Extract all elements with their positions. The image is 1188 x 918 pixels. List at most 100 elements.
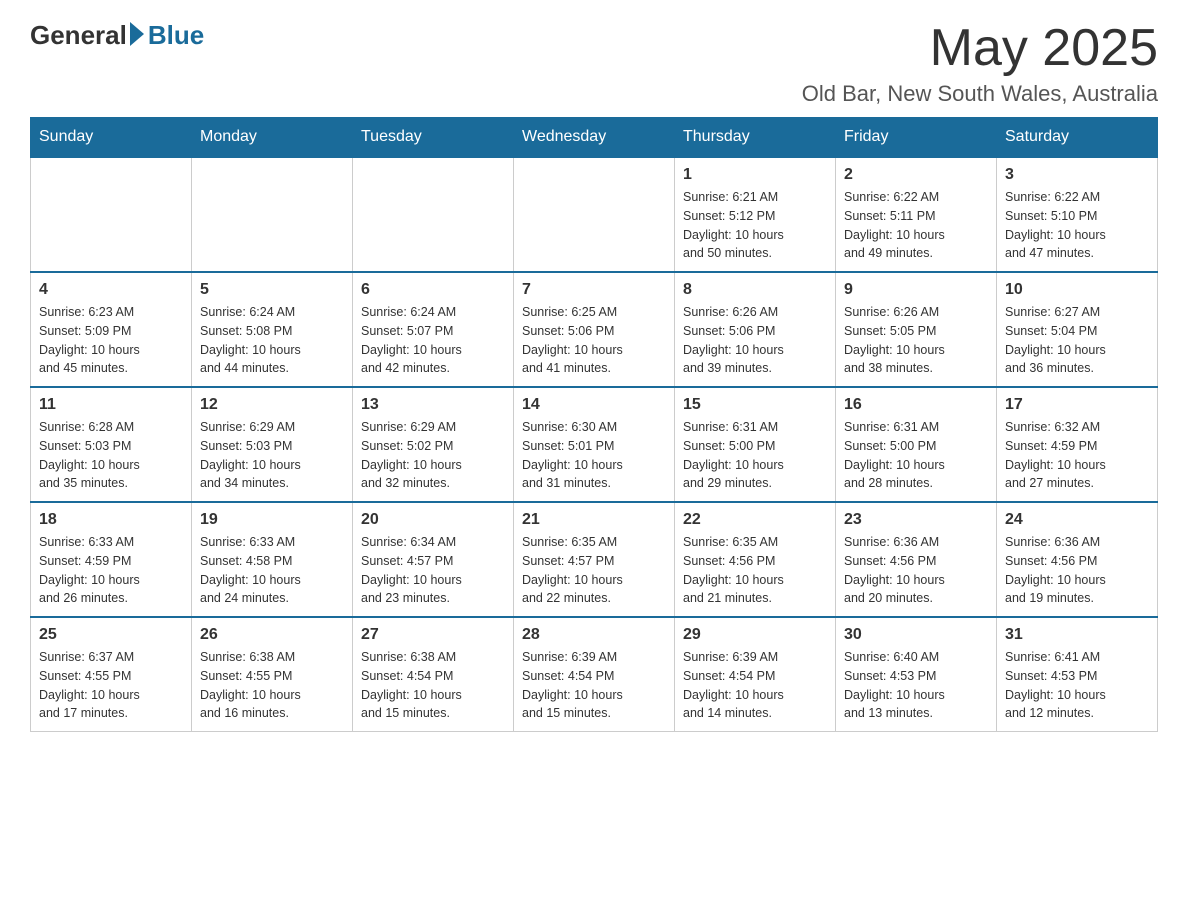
day-number: 25 xyxy=(39,626,183,644)
calendar-cell: 3 Sunrise: 6:22 AMSunset: 5:10 PMDaylight… xyxy=(997,157,1158,272)
calendar-cell: 17Sunrise: 6:32 AMSunset: 4:59 PMDayligh… xyxy=(997,387,1158,502)
day-info: Sunrise: 6:22 AMSunset: 5:11 PMDaylight:… xyxy=(844,188,988,263)
day-number: 15 xyxy=(683,396,827,414)
day-info: Sunrise: 6:29 AMSunset: 5:03 PMDaylight:… xyxy=(200,418,344,493)
logo-general-text: General xyxy=(30,20,127,51)
calendar-cell: 5 Sunrise: 6:24 AMSunset: 5:08 PMDaylight… xyxy=(192,272,353,387)
logo: General Blue xyxy=(30,20,204,51)
calendar-cell: 24 Sunrise: 6:36 AMSunset: 4:56 PMDayligh… xyxy=(997,502,1158,617)
day-of-week-header: Wednesday xyxy=(514,118,675,158)
day-info: Sunrise: 6:24 AMSunset: 5:08 PMDaylight:… xyxy=(200,303,344,378)
day-info: Sunrise: 6:39 AMSunset: 4:54 PMDaylight:… xyxy=(683,648,827,723)
logo-arrow-icon xyxy=(130,22,144,46)
day-info: Sunrise: 6:21 AMSunset: 5:12 PMDaylight:… xyxy=(683,188,827,263)
day-of-week-header: Saturday xyxy=(997,118,1158,158)
day-info: Sunrise: 6:35 AMSunset: 4:56 PMDaylight:… xyxy=(683,533,827,608)
day-info: Sunrise: 6:24 AMSunset: 5:07 PMDaylight:… xyxy=(361,303,505,378)
day-info: Sunrise: 6:36 AMSunset: 4:56 PMDaylight:… xyxy=(844,533,988,608)
location-title: Old Bar, New South Wales, Australia xyxy=(802,81,1158,107)
day-number: 1 xyxy=(683,166,827,184)
day-info: Sunrise: 6:27 AMSunset: 5:04 PMDaylight:… xyxy=(1005,303,1149,378)
day-of-week-header: Thursday xyxy=(675,118,836,158)
day-info: Sunrise: 6:31 AMSunset: 5:00 PMDaylight:… xyxy=(683,418,827,493)
calendar-cell: 10 Sunrise: 6:27 AMSunset: 5:04 PMDayligh… xyxy=(997,272,1158,387)
day-info: Sunrise: 6:22 AMSunset: 5:10 PMDaylight:… xyxy=(1005,188,1149,263)
day-number: 29 xyxy=(683,626,827,644)
day-info: Sunrise: 6:33 AMSunset: 4:59 PMDaylight:… xyxy=(39,533,183,608)
calendar-cell: 21 Sunrise: 6:35 AMSunset: 4:57 PMDayligh… xyxy=(514,502,675,617)
day-info: Sunrise: 6:41 AMSunset: 4:53 PMDaylight:… xyxy=(1005,648,1149,723)
day-info: Sunrise: 6:25 AMSunset: 5:06 PMDaylight:… xyxy=(522,303,666,378)
day-info: Sunrise: 6:38 AMSunset: 4:55 PMDaylight:… xyxy=(200,648,344,723)
calendar-cell: 7 Sunrise: 6:25 AMSunset: 5:06 PMDaylight… xyxy=(514,272,675,387)
day-number: 21 xyxy=(522,511,666,529)
calendar-cell: 23 Sunrise: 6:36 AMSunset: 4:56 PMDayligh… xyxy=(836,502,997,617)
week-row: 4 Sunrise: 6:23 AMSunset: 5:09 PMDaylight… xyxy=(31,272,1158,387)
day-info: Sunrise: 6:34 AMSunset: 4:57 PMDaylight:… xyxy=(361,533,505,608)
day-number: 30 xyxy=(844,626,988,644)
title-section: May 2025 Old Bar, New South Wales, Austr… xyxy=(802,20,1158,107)
day-number: 17 xyxy=(1005,396,1149,414)
month-title: May 2025 xyxy=(802,20,1158,77)
day-of-week-header: Monday xyxy=(192,118,353,158)
calendar-cell xyxy=(514,157,675,272)
day-number: 23 xyxy=(844,511,988,529)
day-number: 18 xyxy=(39,511,183,529)
week-row: 18 Sunrise: 6:33 AMSunset: 4:59 PMDayligh… xyxy=(31,502,1158,617)
day-number: 14 xyxy=(522,396,666,414)
day-info: Sunrise: 6:40 AMSunset: 4:53 PMDaylight:… xyxy=(844,648,988,723)
calendar-cell: 4 Sunrise: 6:23 AMSunset: 5:09 PMDaylight… xyxy=(31,272,192,387)
calendar-cell xyxy=(192,157,353,272)
day-number: 12 xyxy=(200,396,344,414)
day-info: Sunrise: 6:35 AMSunset: 4:57 PMDaylight:… xyxy=(522,533,666,608)
day-number: 3 xyxy=(1005,166,1149,184)
calendar-cell: 1 Sunrise: 6:21 AMSunset: 5:12 PMDaylight… xyxy=(675,157,836,272)
calendar-cell: 6 Sunrise: 6:24 AMSunset: 5:07 PMDaylight… xyxy=(353,272,514,387)
day-info: Sunrise: 6:23 AMSunset: 5:09 PMDaylight:… xyxy=(39,303,183,378)
day-info: Sunrise: 6:28 AMSunset: 5:03 PMDaylight:… xyxy=(39,418,183,493)
day-number: 20 xyxy=(361,511,505,529)
day-info: Sunrise: 6:29 AMSunset: 5:02 PMDaylight:… xyxy=(361,418,505,493)
calendar-cell: 19 Sunrise: 6:33 AMSunset: 4:58 PMDayligh… xyxy=(192,502,353,617)
day-info: Sunrise: 6:38 AMSunset: 4:54 PMDaylight:… xyxy=(361,648,505,723)
calendar-cell: 8Sunrise: 6:26 AMSunset: 5:06 PMDaylight… xyxy=(675,272,836,387)
day-number: 19 xyxy=(200,511,344,529)
day-number: 9 xyxy=(844,281,988,299)
day-info: Sunrise: 6:26 AMSunset: 5:05 PMDaylight:… xyxy=(844,303,988,378)
calendar-table: SundayMondayTuesdayWednesdayThursdayFrid… xyxy=(30,117,1158,732)
day-number: 28 xyxy=(522,626,666,644)
day-number: 6 xyxy=(361,281,505,299)
day-number: 24 xyxy=(1005,511,1149,529)
day-number: 7 xyxy=(522,281,666,299)
day-of-week-header: Friday xyxy=(836,118,997,158)
day-info: Sunrise: 6:37 AMSunset: 4:55 PMDaylight:… xyxy=(39,648,183,723)
calendar-cell: 14 Sunrise: 6:30 AMSunset: 5:01 PMDayligh… xyxy=(514,387,675,502)
calendar-cell: 29 Sunrise: 6:39 AMSunset: 4:54 PMDayligh… xyxy=(675,617,836,732)
calendar-header-row: SundayMondayTuesdayWednesdayThursdayFrid… xyxy=(31,118,1158,158)
day-number: 2 xyxy=(844,166,988,184)
day-info: Sunrise: 6:33 AMSunset: 4:58 PMDaylight:… xyxy=(200,533,344,608)
week-row: 25 Sunrise: 6:37 AMSunset: 4:55 PMDayligh… xyxy=(31,617,1158,732)
day-info: Sunrise: 6:36 AMSunset: 4:56 PMDaylight:… xyxy=(1005,533,1149,608)
calendar-cell: 2 Sunrise: 6:22 AMSunset: 5:11 PMDaylight… xyxy=(836,157,997,272)
day-number: 13 xyxy=(361,396,505,414)
day-number: 22 xyxy=(683,511,827,529)
calendar-cell xyxy=(31,157,192,272)
calendar-cell: 11Sunrise: 6:28 AMSunset: 5:03 PMDayligh… xyxy=(31,387,192,502)
calendar-cell: 30 Sunrise: 6:40 AMSunset: 4:53 PMDayligh… xyxy=(836,617,997,732)
calendar-cell: 25 Sunrise: 6:37 AMSunset: 4:55 PMDayligh… xyxy=(31,617,192,732)
day-info: Sunrise: 6:30 AMSunset: 5:01 PMDaylight:… xyxy=(522,418,666,493)
day-number: 27 xyxy=(361,626,505,644)
day-number: 31 xyxy=(1005,626,1149,644)
calendar-cell: 9 Sunrise: 6:26 AMSunset: 5:05 PMDaylight… xyxy=(836,272,997,387)
calendar-cell: 16 Sunrise: 6:31 AMSunset: 5:00 PMDayligh… xyxy=(836,387,997,502)
calendar-cell: 15 Sunrise: 6:31 AMSunset: 5:00 PMDayligh… xyxy=(675,387,836,502)
day-of-week-header: Tuesday xyxy=(353,118,514,158)
day-number: 4 xyxy=(39,281,183,299)
day-number: 16 xyxy=(844,396,988,414)
calendar-cell: 13 Sunrise: 6:29 AMSunset: 5:02 PMDayligh… xyxy=(353,387,514,502)
day-number: 5 xyxy=(200,281,344,299)
day-number: 10 xyxy=(1005,281,1149,299)
week-row: 1 Sunrise: 6:21 AMSunset: 5:12 PMDaylight… xyxy=(31,157,1158,272)
day-info: Sunrise: 6:31 AMSunset: 5:00 PMDaylight:… xyxy=(844,418,988,493)
